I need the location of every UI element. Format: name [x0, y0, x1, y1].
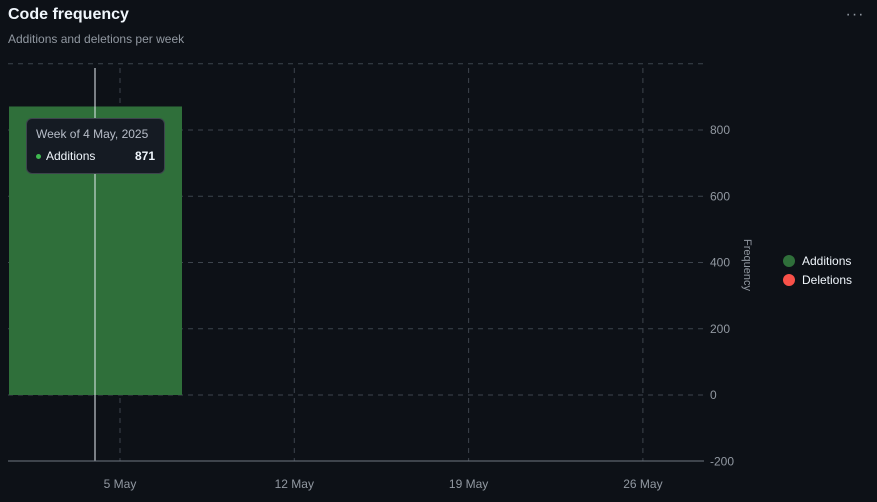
- x-tick-label: 26 May: [623, 477, 662, 491]
- legend-label-deletions: Deletions: [802, 272, 853, 287]
- x-tick-label: 19 May: [449, 477, 488, 491]
- y-tick-label: 0: [710, 388, 717, 402]
- legend-item-additions[interactable]: Additions: [783, 251, 852, 270]
- x-tick-label: 5 May: [104, 477, 137, 491]
- tooltip-row: Additions 871: [36, 149, 155, 163]
- tooltip-series-name: Additions: [46, 149, 96, 163]
- y-tick-label: 600: [710, 189, 730, 203]
- additions-swatch-icon: [783, 254, 795, 267]
- deletions-swatch-icon: [783, 273, 795, 286]
- y-axis-label: Frequency: [741, 239, 753, 291]
- y-tick-label: 800: [710, 123, 730, 137]
- y-tick-label: 200: [710, 322, 730, 336]
- chart-legend: Additions Deletions: [783, 251, 852, 289]
- y-tick-label: 400: [710, 256, 730, 270]
- legend-item-deletions[interactable]: Deletions: [783, 270, 852, 289]
- additions-dot-icon: [36, 153, 41, 159]
- x-tick-label: 12 May: [275, 477, 314, 491]
- y-tick-label: -200: [710, 454, 734, 468]
- tooltip-title: Week of 4 May, 2025: [36, 127, 149, 141]
- legend-label-additions: Additions: [802, 253, 852, 268]
- tooltip-value: 871: [134, 149, 155, 163]
- chart-tooltip: Week of 4 May, 2025 Additions 871: [26, 118, 165, 174]
